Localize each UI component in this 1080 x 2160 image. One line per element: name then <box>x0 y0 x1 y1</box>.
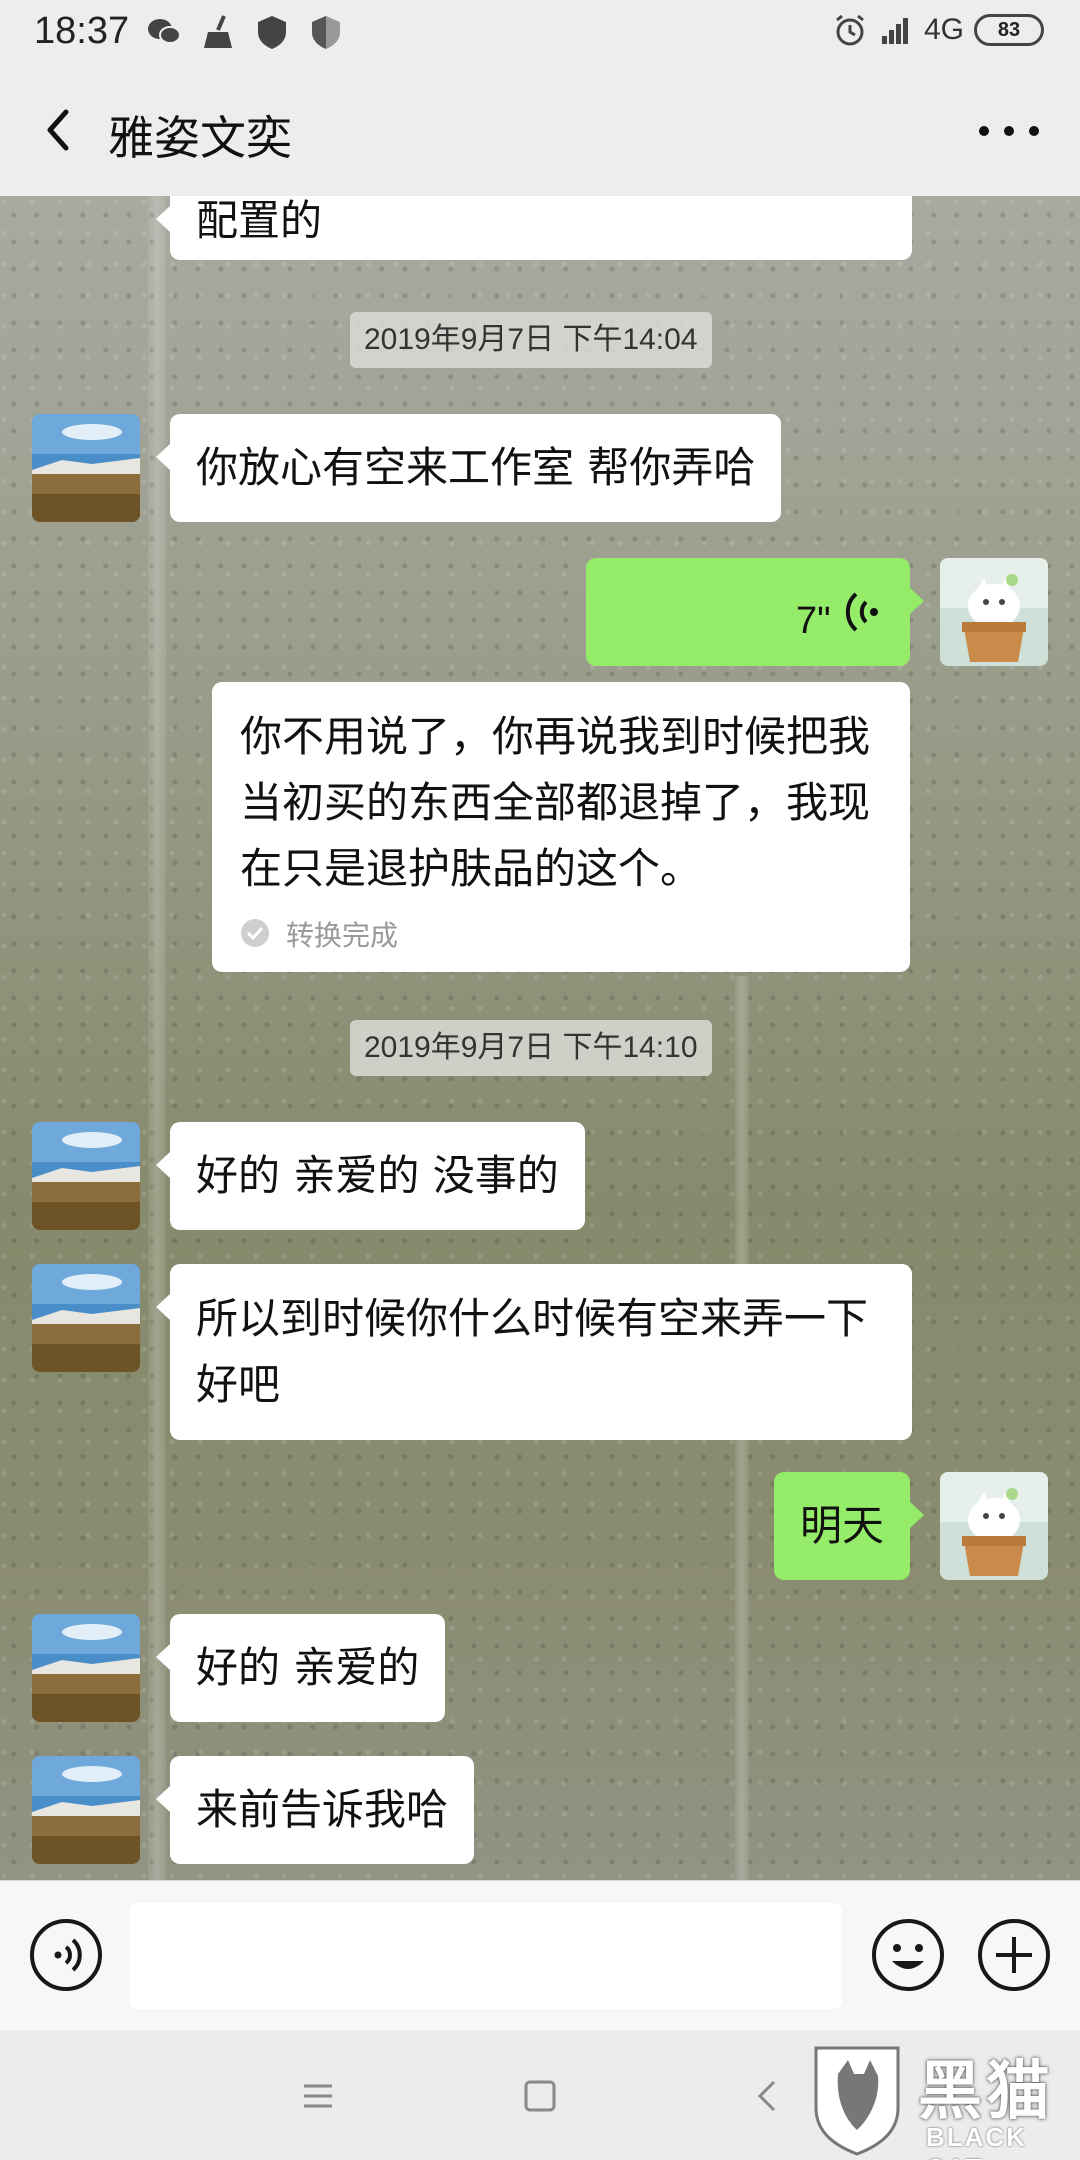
message-text: 明天 <box>800 1501 885 1550</box>
emoji-icon[interactable] <box>870 1917 946 1993</box>
plus-icon[interactable] <box>976 1917 1052 1993</box>
message-text: 所以到时候你什么时候有空来弄一下好吧 <box>196 1294 869 1409</box>
shield-half-icon <box>312 16 340 49</box>
back-nav-icon[interactable] <box>746 2074 790 2118</box>
status-bar: 18:37 4G 83 <box>0 0 1080 66</box>
contact-avatar[interactable] <box>32 1756 140 1864</box>
status-notification-icons <box>146 14 344 50</box>
check-circle-icon <box>241 919 269 947</box>
voice-transcript-card[interactable]: 你不用说了，你再说我到时候把我当初买的东西全部都退掉了，我现在只是退护肤品的这个… <box>212 682 910 972</box>
message-text: 好的 亲爱的 <box>196 1643 420 1692</box>
my-avatar[interactable] <box>940 558 1048 666</box>
status-time: 18:37 <box>34 10 130 52</box>
network-type: 4G <box>923 13 964 46</box>
message-text: 来前告诉我哈 <box>196 1785 449 1834</box>
wechat-icon <box>148 19 181 44</box>
incoming-message-bubble[interactable]: 来前告诉我哈 <box>155 1756 475 1864</box>
incoming-message-bubble[interactable]: 所以到时候你什么时候有空来弄一下好吧 <box>156 1264 912 1440</box>
chat-message-list[interactable]: 配置的 2019年9月7日 下午14:04 你放心有空来工作室 帮你弄哈 7" … <box>0 196 1080 1880</box>
menu-icon[interactable] <box>296 2074 340 2118</box>
watermark: 黑猫 BLACK CAT <box>808 2036 1080 2160</box>
transcript-text: 你不用说了，你再说我到时候把我当初买的东西全部都退掉了，我现在只是退护肤品的这个… <box>240 712 871 893</box>
transcript-status: 转换完成 <box>286 919 399 952</box>
watermark-cn: 黑猫 <box>918 2055 1054 2129</box>
message-text: 你放心有空来工作室 帮你弄哈 <box>196 443 756 492</box>
incoming-message-bubble[interactable]: 配置的 <box>156 196 912 260</box>
message-input[interactable] <box>130 1903 842 2009</box>
voice-wave-icon <box>845 592 878 632</box>
incoming-message-bubble[interactable]: 你放心有空来工作室 帮你弄哈 <box>155 414 782 522</box>
contact-avatar[interactable] <box>32 414 140 522</box>
voice-duration: 7" <box>796 600 831 642</box>
alarm-icon <box>836 14 864 46</box>
chat-title: 雅姿文奕 <box>108 111 292 165</box>
message-text: 配置的 <box>196 196 323 245</box>
chat-header: 雅姿文奕 <box>0 66 1080 196</box>
contact-avatar[interactable] <box>32 1122 140 1230</box>
incoming-message-bubble[interactable]: 好的 亲爱的 没事的 <box>156 1122 585 1230</box>
battery-indicator: 83 <box>974 14 1044 46</box>
my-avatar[interactable] <box>940 1472 1048 1580</box>
outgoing-message-bubble[interactable]: 明天 <box>774 1472 925 1580</box>
message-timestamp: 2019年9月7日 下午14:04 <box>350 312 712 368</box>
back-chevron-icon[interactable] <box>30 100 90 160</box>
home-square-icon[interactable] <box>518 2074 562 2118</box>
black-cat-logo-icon <box>814 2046 900 2156</box>
incoming-message-bubble[interactable]: 好的 亲爱的 <box>155 1614 446 1722</box>
broom-icon <box>204 15 232 48</box>
message-text: 好的 亲爱的 没事的 <box>196 1151 559 1200</box>
signal-icon <box>881 18 908 44</box>
outgoing-voice-bubble[interactable]: 7" <box>586 558 924 666</box>
voice-mode-icon[interactable] <box>28 1917 104 1993</box>
message-timestapp: 2019年9月7日 下午14:10 <box>350 1020 712 1076</box>
status-system-icons: 4G 83 <box>832 12 1044 48</box>
more-dots-icon[interactable] <box>974 106 1044 156</box>
message-input-bar <box>0 1880 1080 2030</box>
contact-avatar[interactable] <box>32 1264 140 1372</box>
watermark-en: BLACK CAT <box>926 2122 1027 2160</box>
shield-icon <box>258 16 286 49</box>
contact-avatar[interactable] <box>32 1614 140 1722</box>
